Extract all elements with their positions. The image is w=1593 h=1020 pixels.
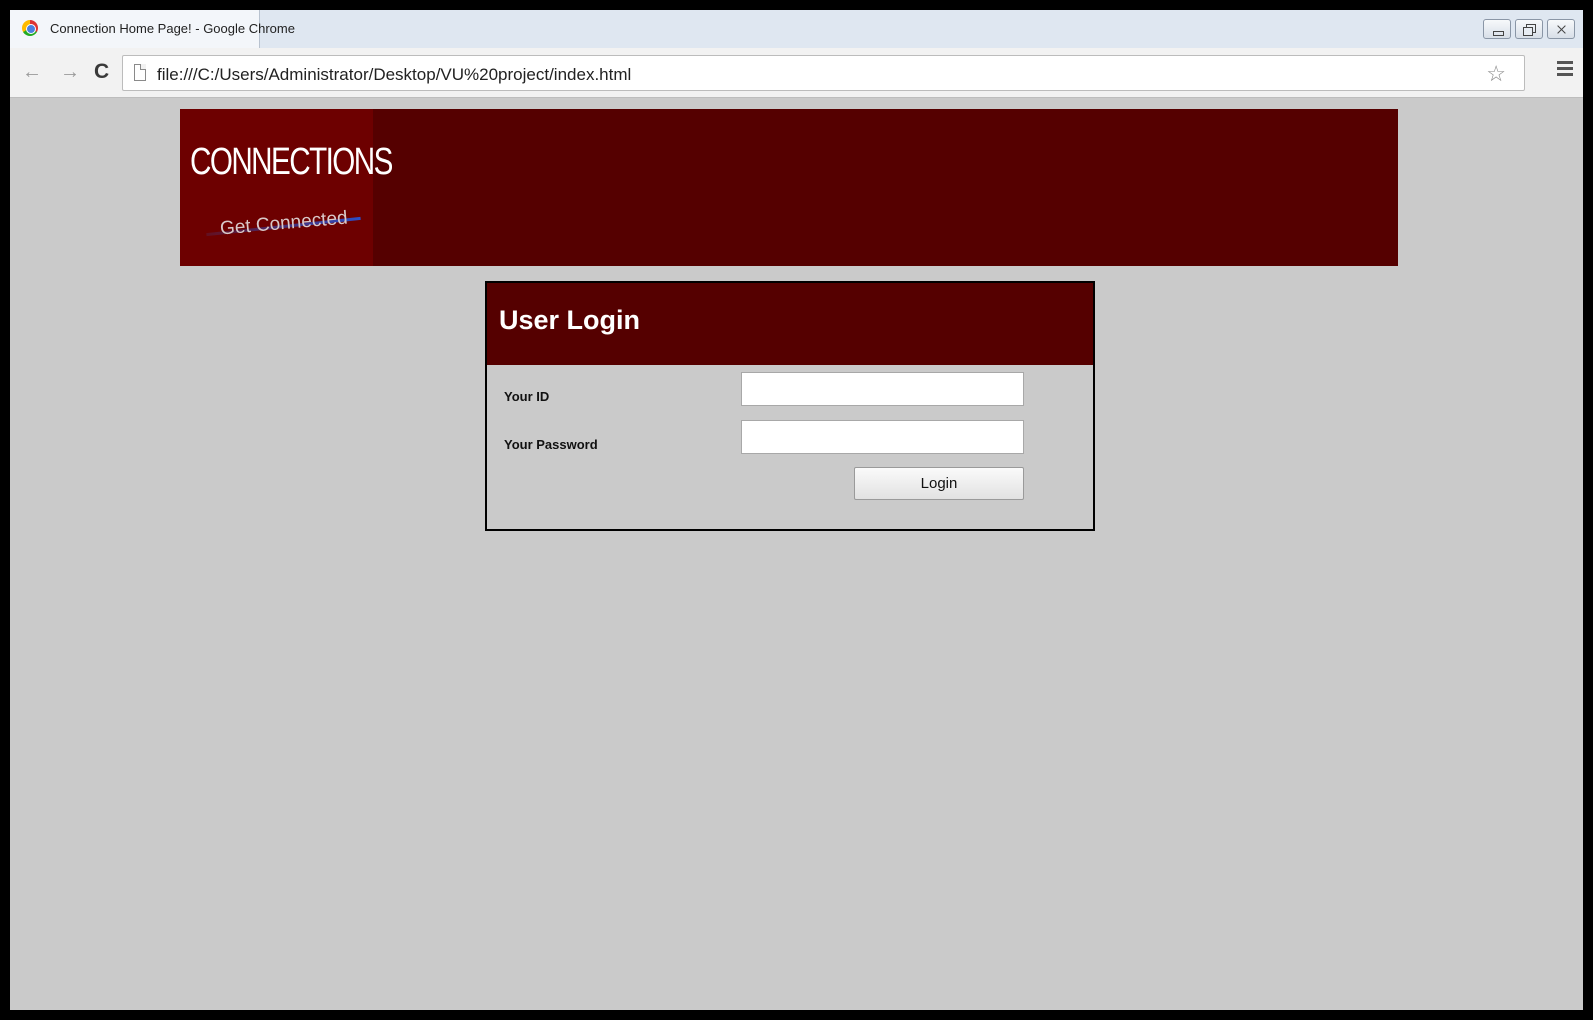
- login-header: User Login: [487, 283, 1093, 365]
- password-input[interactable]: [741, 420, 1024, 454]
- reload-icon[interactable]: C: [94, 61, 109, 82]
- password-label: Your Password: [504, 437, 598, 452]
- header-banner: CONNECTIONS Get Connected: [180, 109, 1398, 266]
- minimize-icon[interactable]: [1483, 19, 1511, 39]
- menu-icon[interactable]: [1557, 61, 1573, 79]
- forward-arrow-icon[interactable]: →: [60, 62, 80, 82]
- url-text[interactable]: file:///C:/Users/Administrator/Desktop/V…: [157, 65, 631, 85]
- id-input[interactable]: [741, 372, 1024, 406]
- close-icon[interactable]: [1547, 19, 1575, 39]
- browser-window: Connection Home Page! - Google Chrome ← …: [10, 10, 1583, 1010]
- id-label: Your ID: [504, 389, 550, 404]
- page-content: CONNECTIONS Get Connected User Login You…: [10, 99, 1583, 1010]
- site-logo[interactable]: CONNECTIONS Get Connected: [180, 109, 393, 266]
- chrome-icon: [22, 20, 38, 36]
- browser-tab[interactable]: Connection Home Page! - Google Chrome: [10, 10, 295, 48]
- logo-title: CONNECTIONS: [190, 141, 393, 183]
- login-panel: User Login Your ID Your Password Login: [485, 281, 1095, 531]
- window-controls: [1483, 19, 1575, 39]
- page-icon: [134, 64, 146, 81]
- logo-tagline: Get Connected: [219, 207, 349, 240]
- bookmark-star-icon[interactable]: ☆: [1486, 61, 1506, 87]
- browser-toolbar: ← → C file:///C:/Users/Administrator/Des…: [10, 48, 1583, 98]
- address-bar[interactable]: file:///C:/Users/Administrator/Desktop/V…: [122, 55, 1525, 91]
- restore-icon[interactable]: [1515, 19, 1543, 39]
- tab-title: Connection Home Page! - Google Chrome: [50, 21, 295, 36]
- back-arrow-icon[interactable]: ←: [22, 62, 42, 82]
- title-bar: Connection Home Page! - Google Chrome: [10, 10, 1583, 48]
- login-heading: User Login: [499, 305, 641, 335]
- login-button[interactable]: Login: [854, 467, 1024, 500]
